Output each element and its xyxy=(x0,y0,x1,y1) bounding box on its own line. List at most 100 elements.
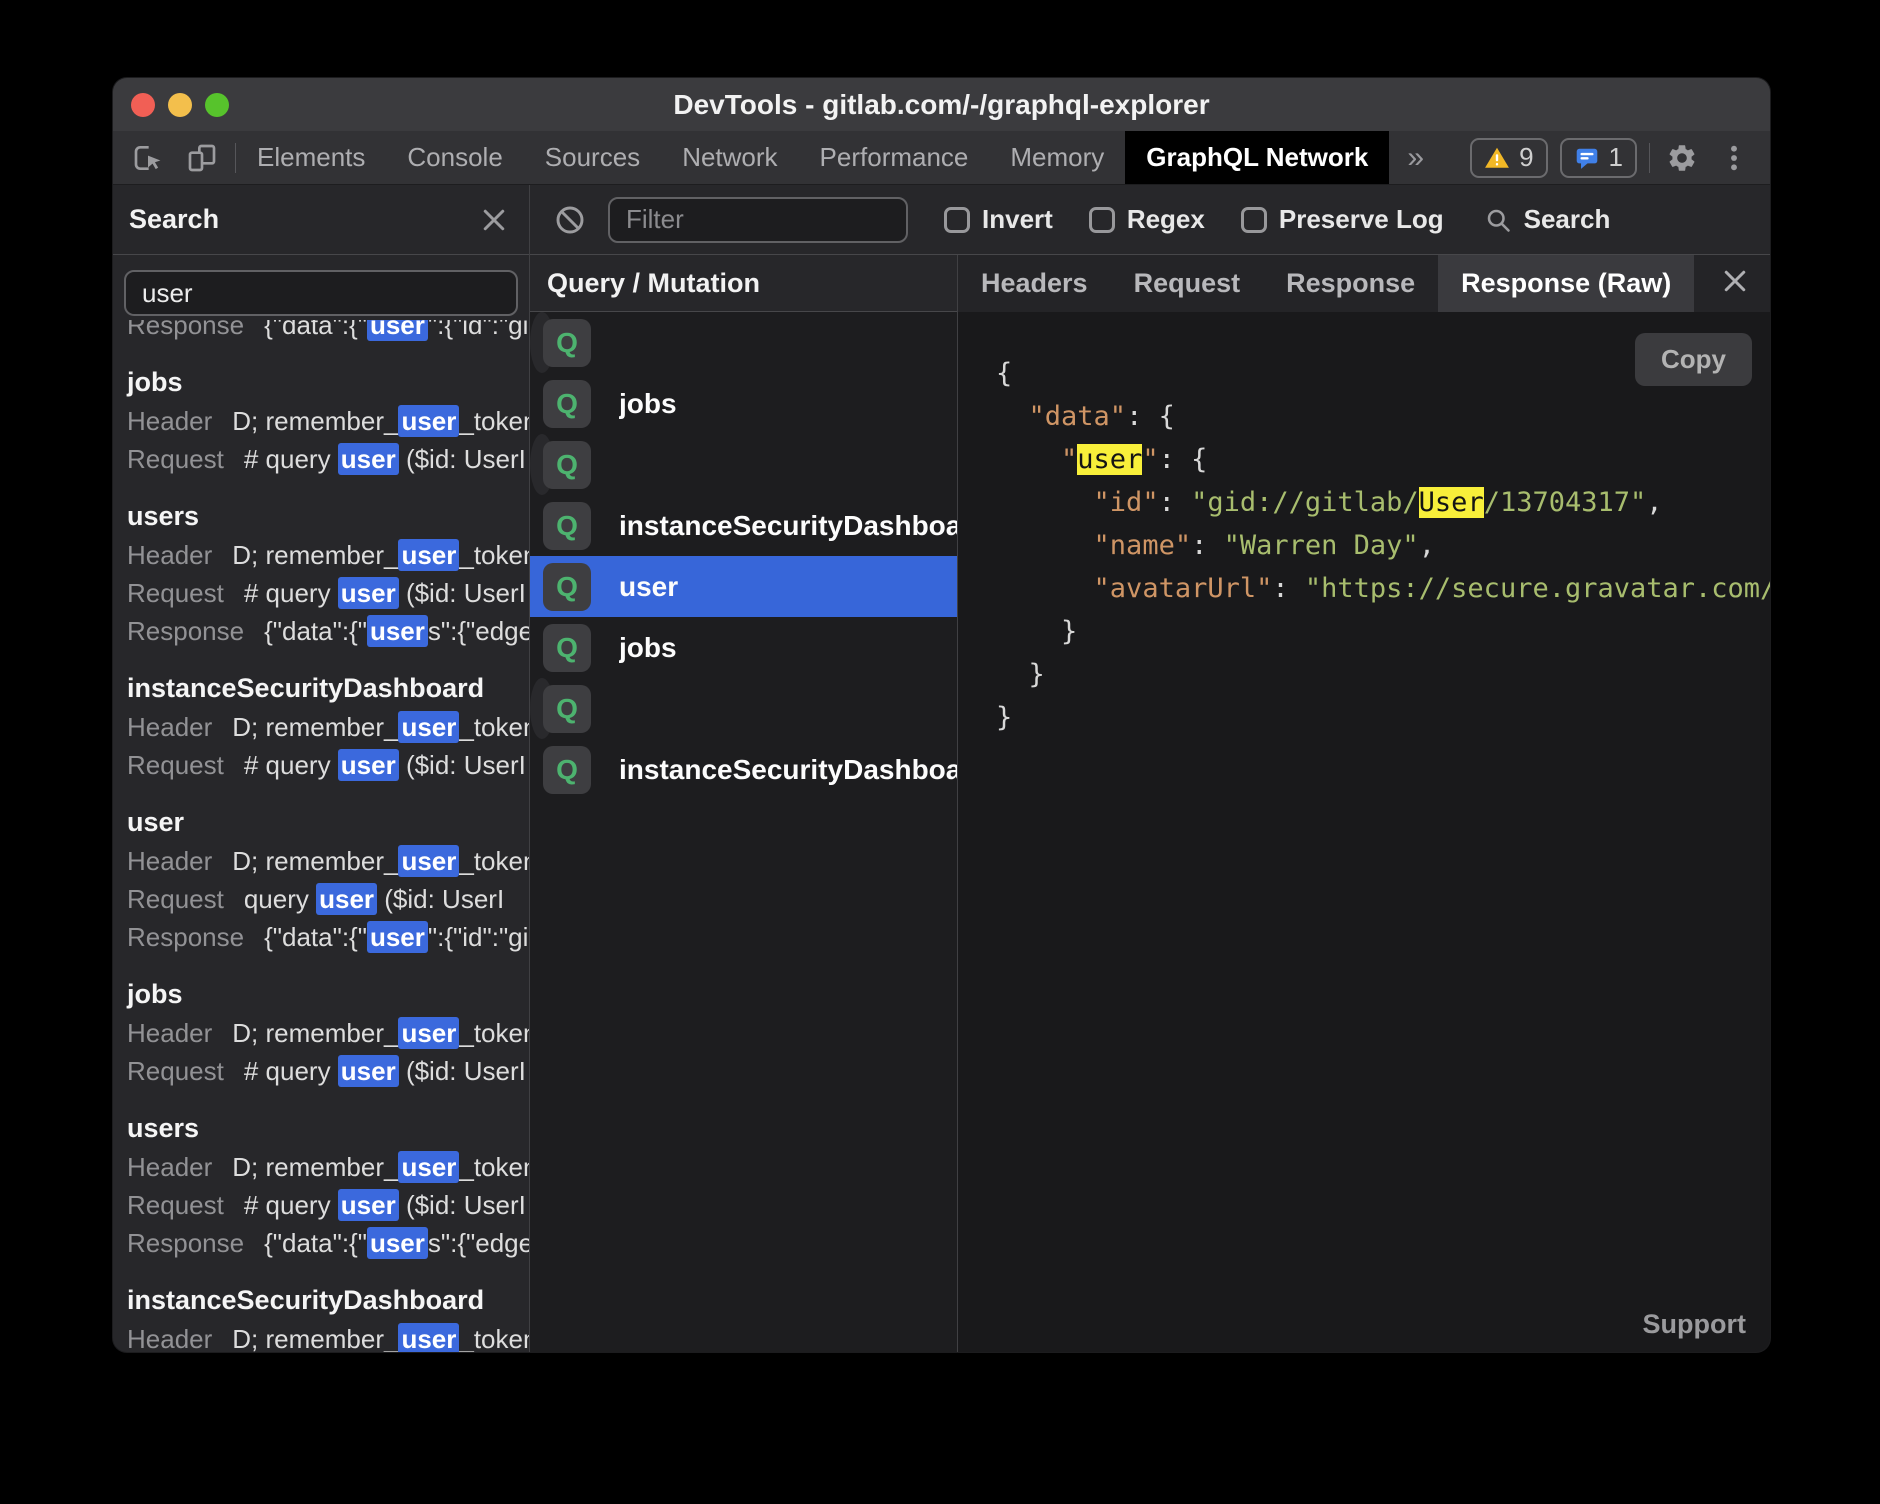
search-panel: Search Response{"data":{"user":{"id":"gi… xyxy=(113,185,530,1352)
tab-memory[interactable]: Memory xyxy=(989,131,1125,184)
query-list-item-user[interactable]: Quser xyxy=(530,556,957,617)
checkbox-preserve-log[interactable]: Preserve Log xyxy=(1241,204,1444,235)
settings-gear-icon[interactable] xyxy=(1662,138,1702,178)
tab-elements[interactable]: Elements xyxy=(236,131,386,184)
traffic-light-zoom[interactable] xyxy=(205,93,229,117)
device-toolbar-icon[interactable] xyxy=(185,141,219,175)
warning-count: 9 xyxy=(1519,142,1533,173)
tab-console[interactable]: Console xyxy=(386,131,523,184)
response-tab-headers[interactable]: Headers xyxy=(958,255,1111,312)
query-list-item-instancesecuritydashboard[interactable]: QinstanceSecurityDashboard xyxy=(530,495,957,556)
search-result-group-title[interactable]: jobs xyxy=(113,362,529,402)
query-list-item-jobs[interactable]: Qjobs xyxy=(530,617,957,678)
query-label: instanceSecurityDashboard xyxy=(619,510,957,542)
match-highlight: user xyxy=(338,749,399,781)
match-highlight: user xyxy=(398,711,459,743)
query-type-badge: Q xyxy=(543,624,591,672)
copy-button[interactable]: Copy xyxy=(1635,333,1752,386)
inspect-icon[interactable] xyxy=(131,141,165,175)
checkbox-label: Regex xyxy=(1127,204,1205,235)
json-line: "name": "Warren Day", xyxy=(996,524,1770,567)
search-result-group-title[interactable]: users xyxy=(113,496,529,536)
response-panel: HeadersRequestResponseResponse (Raw) Cop… xyxy=(958,255,1770,1352)
search-result-line[interactable]: Response{"data":{"user":{"id":"gid xyxy=(113,918,529,956)
line-text: _token=e xyxy=(459,540,529,570)
more-options-kebab-icon[interactable] xyxy=(1714,138,1754,178)
line-text: D; remember_ xyxy=(232,540,398,570)
match-highlight: user xyxy=(398,1151,459,1183)
tab-sources[interactable]: Sources xyxy=(524,131,661,184)
search-result-group-title[interactable]: instanceSecurityDashboard xyxy=(113,668,529,708)
line-text: # query xyxy=(244,750,338,780)
query-list-item-users[interactable]: Qusers xyxy=(530,434,554,495)
traffic-light-minimize[interactable] xyxy=(168,93,192,117)
tab-performance[interactable]: Performance xyxy=(799,131,990,184)
response-tab-response[interactable]: Response xyxy=(1263,255,1438,312)
search-input[interactable] xyxy=(124,270,518,316)
json-token: : xyxy=(1159,487,1192,518)
line-label: Header xyxy=(127,406,212,436)
json-token: "avatarUrl" xyxy=(1094,573,1273,604)
checkbox-regex[interactable]: Regex xyxy=(1089,204,1205,235)
support-link[interactable]: Support xyxy=(1643,1309,1746,1340)
warnings-badge[interactable]: 9 xyxy=(1470,138,1547,178)
json-line: "user": { xyxy=(996,438,1770,481)
tab-network[interactable]: Network xyxy=(661,131,798,184)
line-text: _token=e xyxy=(459,1324,529,1352)
search-highlight: User xyxy=(1419,487,1484,518)
main-area: Search Response{"data":{"user":{"id":"gi… xyxy=(113,185,1770,1352)
network-search[interactable]: Search xyxy=(1484,204,1611,235)
search-result-line[interactable]: HeaderD; remember_user_token=e xyxy=(113,1148,529,1186)
search-result-line[interactable]: HeaderD; remember_user_token=e xyxy=(113,1014,529,1052)
search-result-line[interactable]: Requestquery user ($id: UserI xyxy=(113,880,529,918)
line-text: _token=e xyxy=(459,1152,529,1182)
line-text: D; remember_ xyxy=(232,1324,398,1352)
search-result-group-title[interactable]: jobs xyxy=(113,974,529,1014)
search-result-line[interactable]: Request# query user ($id: UserI xyxy=(113,440,529,478)
search-result-line[interactable]: Request# query user ($id: UserI xyxy=(113,574,529,612)
filter-input[interactable] xyxy=(608,197,908,243)
search-result-line[interactable]: Request# query user ($id: UserI xyxy=(113,746,529,784)
query-label: user xyxy=(619,571,678,603)
json-token: "id" xyxy=(1094,487,1159,518)
search-label: Search xyxy=(1524,204,1611,235)
query-list-item-user[interactable]: Quser xyxy=(530,312,554,373)
query-list-item-users[interactable]: Qusers xyxy=(530,678,554,739)
close-icon[interactable] xyxy=(479,205,509,235)
issues-badge[interactable]: 1 xyxy=(1560,138,1637,178)
json-token: : { xyxy=(1126,401,1175,432)
search-result-line[interactable]: HeaderD; remember_user_token=e xyxy=(113,708,529,746)
response-tab-response-raw[interactable]: Response (Raw) xyxy=(1438,255,1694,312)
line-text: query xyxy=(244,884,316,914)
search-result-line[interactable]: Request# query user ($id: UserI xyxy=(113,1186,529,1224)
query-type-badge: Q xyxy=(543,563,591,611)
search-result-line[interactable]: HeaderD; remember_user_token=e xyxy=(113,402,529,440)
json-token: , xyxy=(1646,487,1662,518)
query-list-item-instancesecuritydashboard[interactable]: QinstanceSecurityDashboard xyxy=(530,739,957,800)
issues-icon xyxy=(1574,145,1600,171)
warning-icon xyxy=(1484,145,1510,171)
response-close-icon[interactable] xyxy=(1720,266,1750,301)
query-label: jobs xyxy=(619,632,677,664)
more-tabs-button[interactable]: » xyxy=(1389,131,1442,184)
json-token: "data" xyxy=(1029,401,1127,432)
query-list-item-jobs[interactable]: Qjobs xyxy=(530,373,957,434)
traffic-light-close[interactable] xyxy=(131,93,155,117)
match-highlight: user xyxy=(367,921,428,953)
search-result-group-title[interactable]: users xyxy=(113,1108,529,1148)
search-result-line[interactable]: Response{"data":{"users":{"edges xyxy=(113,612,529,650)
search-result-line[interactable]: Request# query user ($id: UserI xyxy=(113,1052,529,1090)
tab-graphql-network[interactable]: GraphQL Network xyxy=(1125,131,1389,184)
clear-icon[interactable] xyxy=(554,204,586,236)
response-tab-request[interactable]: Request xyxy=(1111,255,1264,312)
checkbox-invert[interactable]: Invert xyxy=(944,204,1053,235)
search-result-line[interactable]: Response{"data":{"user":{"id":"gi xyxy=(113,320,529,344)
line-label: Request xyxy=(127,578,224,608)
search-result-line[interactable]: HeaderD; remember_user_token=e xyxy=(113,1320,529,1352)
search-result-line[interactable]: HeaderD; remember_user_token=e xyxy=(113,536,529,574)
search-result-group-title[interactable]: instanceSecurityDashboard xyxy=(113,1280,529,1320)
search-result-line[interactable]: HeaderD; remember_user_token=e xyxy=(113,842,529,880)
checkbox-label: Preserve Log xyxy=(1279,204,1444,235)
search-result-line[interactable]: Response{"data":{"users":{"edges xyxy=(113,1224,529,1262)
search-result-group-title[interactable]: user xyxy=(113,802,529,842)
